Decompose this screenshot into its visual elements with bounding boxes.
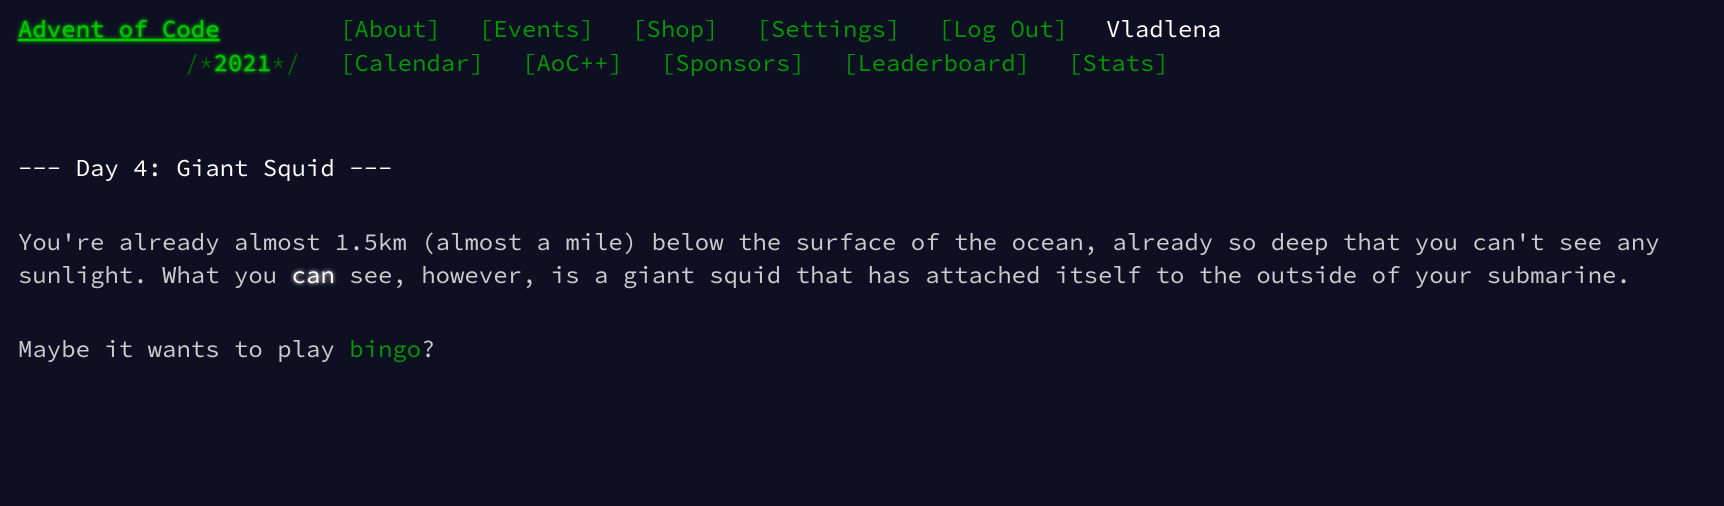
year-deco-pre: /* (185, 47, 214, 78)
bingo-link[interactable]: bingo (349, 333, 421, 364)
nav-logout[interactable]: [Log Out] (938, 13, 1068, 44)
header-row-1: Advent of Code [About] [Events] [Shop] [Set… (18, 12, 1706, 46)
header-row-2: /*2021*/ [Calendar] [AoC++] [Sponsors] [Lea… (18, 46, 1706, 80)
nav-sponsors[interactable]: [Sponsors] (661, 47, 805, 78)
p2-text-b: ? (421, 333, 435, 364)
paragraph-1: You're already almost 1.5km (almost a mi… (18, 225, 1706, 292)
event-year[interactable]: /*2021*/ (18, 46, 340, 80)
day-title: --- Day 4: Giant Squid --- (18, 151, 1706, 185)
paragraph-2: Maybe it wants to play bingo? (18, 332, 1706, 366)
sub-nav: [Calendar] [AoC++] [Sponsors] [Leaderboard]… (340, 46, 1169, 80)
nav-leaderboard[interactable]: [Leaderboard] (843, 47, 1030, 78)
nav-about[interactable]: [About] (340, 13, 441, 44)
p2-text-a: Maybe it wants to play (18, 333, 349, 364)
nav-settings[interactable]: [Settings] (756, 13, 900, 44)
nav-stats[interactable]: [Stats] (1068, 47, 1169, 78)
p1-emphasis: can (292, 259, 335, 290)
nav-aocpp[interactable]: [AoC++] (522, 47, 623, 78)
nav-calendar[interactable]: [Calendar] (340, 47, 484, 78)
p1-text-b: see, however, is a giant squid that has … (335, 259, 1631, 290)
year-deco-post: */ (271, 47, 300, 78)
username: Vladlena (1106, 12, 1221, 46)
top-nav: [About] [Events] [Shop] [Settings] [Log Out] (340, 12, 1068, 46)
article: --- Day 4: Giant Squid --- You're alread… (18, 151, 1706, 365)
site-header: Advent of Code [About] [Events] [Shop] [Set… (18, 12, 1706, 79)
nav-events[interactable]: [Events] (479, 13, 594, 44)
year-number: 2021 (214, 47, 272, 78)
nav-shop[interactable]: [Shop] (632, 13, 718, 44)
site-title-link[interactable]: Advent of Code (18, 13, 220, 44)
